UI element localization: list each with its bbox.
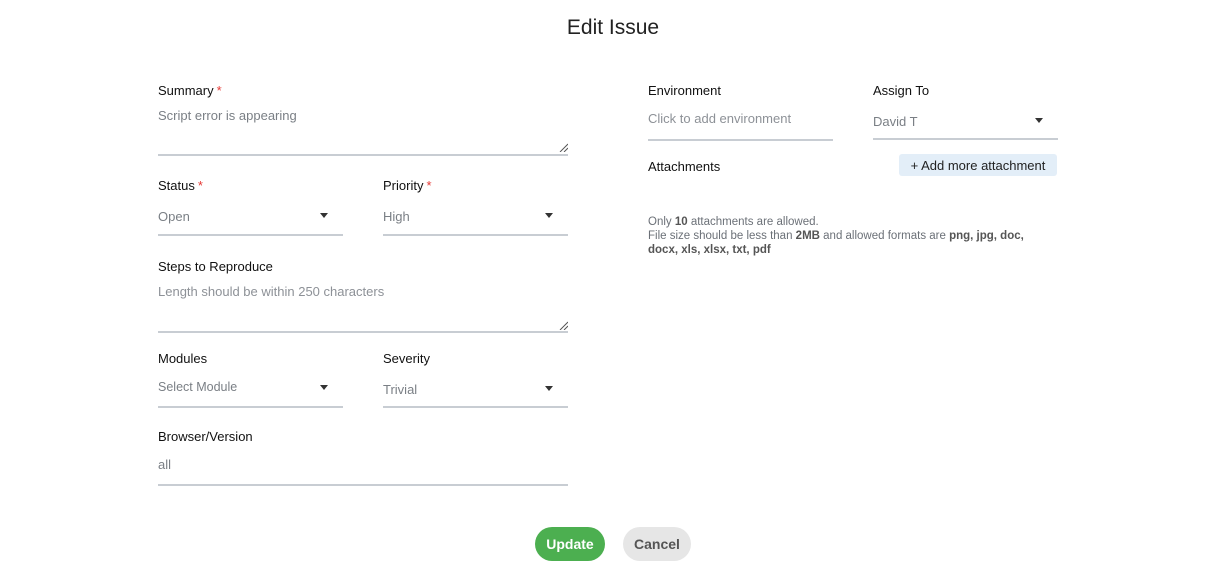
modules-label: Modules xyxy=(158,351,208,366)
browser-input[interactable]: all xyxy=(158,450,568,485)
browser-label: Browser/Version xyxy=(158,429,253,444)
summary-underline xyxy=(158,154,568,156)
attachments-note: Only 10 attachments are allowed. File si… xyxy=(648,215,1048,257)
chevron-down-icon xyxy=(320,213,328,218)
required-mark: * xyxy=(216,83,222,98)
required-mark: * xyxy=(426,178,432,193)
severity-select[interactable]: Trivial xyxy=(383,372,568,407)
steps-textarea[interactable]: Length should be within 250 characters xyxy=(158,280,568,332)
add-attachment-button[interactable]: + Add more attachment xyxy=(899,154,1057,176)
priority-label: Priority * xyxy=(383,178,432,193)
environment-label: Environment xyxy=(648,83,721,98)
environment-placeholder: Click to add environment xyxy=(648,111,792,126)
browser-value: all xyxy=(158,457,172,472)
steps-placeholder: Length should be within 250 characters xyxy=(158,284,385,299)
summary-textarea[interactable]: Script error is appearing xyxy=(158,104,568,154)
chevron-down-icon xyxy=(320,385,328,390)
page-title: Edit Issue xyxy=(566,16,660,39)
modules-placeholder: Select Module xyxy=(158,380,238,394)
summary-label: Summary * xyxy=(158,83,222,98)
priority-underline xyxy=(383,234,568,236)
environment-underline xyxy=(648,139,833,141)
priority-value: High xyxy=(383,209,410,224)
severity-underline xyxy=(383,406,568,408)
steps-underline xyxy=(158,331,568,333)
required-mark: * xyxy=(197,178,203,193)
assign-to-label: Assign To xyxy=(873,83,930,98)
status-label: Status * xyxy=(158,178,203,193)
browser-underline xyxy=(158,484,568,486)
attachments-label: Attachments xyxy=(648,159,721,174)
assign-to-select[interactable]: David T xyxy=(873,104,1058,139)
steps-label: Steps to Reproduce xyxy=(158,259,273,274)
status-underline xyxy=(158,234,343,236)
assign-to-underline xyxy=(873,138,1058,140)
modules-select[interactable]: Select Module xyxy=(158,372,343,407)
priority-select[interactable]: High xyxy=(383,200,568,235)
chevron-down-icon xyxy=(545,386,553,391)
environment-input[interactable]: Click to add environment xyxy=(648,104,833,140)
resize-handle-icon[interactable] xyxy=(559,143,568,152)
update-button[interactable]: Update xyxy=(535,527,605,561)
summary-value: Script error is appearing xyxy=(158,108,297,123)
resize-handle-icon[interactable] xyxy=(559,321,568,330)
severity-label: Severity xyxy=(383,351,430,366)
modules-underline xyxy=(158,406,343,408)
status-value: Open xyxy=(158,209,190,224)
assign-to-value: David T xyxy=(873,114,918,129)
status-select[interactable]: Open xyxy=(158,200,343,235)
attachments-note-line2: File size should be less than 2MB and al… xyxy=(648,230,1024,256)
severity-value: Trivial xyxy=(383,382,418,397)
attachments-note-line1: Only 10 attachments are allowed. xyxy=(648,216,819,228)
chevron-down-icon xyxy=(545,213,553,218)
chevron-down-icon xyxy=(1035,118,1043,123)
cancel-button[interactable]: Cancel xyxy=(623,527,691,561)
